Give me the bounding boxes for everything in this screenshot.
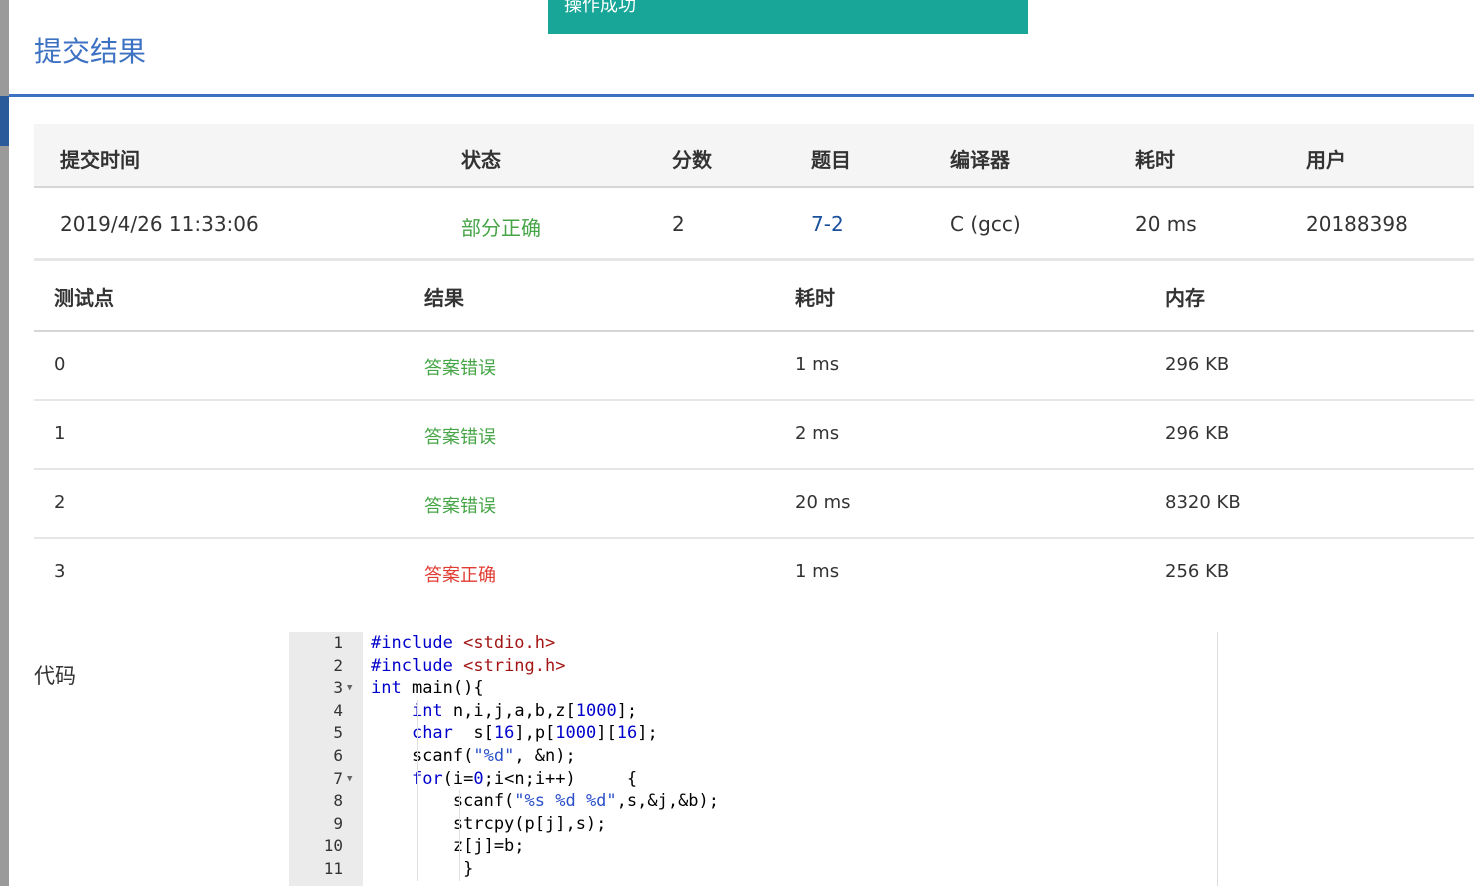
score-value: 2 xyxy=(672,212,685,236)
case-memory: 8320 KB xyxy=(1165,492,1241,513)
code-line: 1 #include <stdio.h> xyxy=(289,632,1217,655)
code-text: #include <stdio.h> xyxy=(371,633,556,653)
case-time: 1 ms xyxy=(795,354,840,375)
fold-toggle-icon[interactable]: ▼ xyxy=(347,768,352,791)
table-row: 0 答案错误 1 ms 296 KB xyxy=(34,332,1474,401)
user-value: 20188398 xyxy=(1306,212,1408,236)
code-text: #include <string.h> xyxy=(371,655,566,676)
code-text: scanf("%s %d %d",s,&j,&b); xyxy=(371,791,720,812)
case-id: 3 xyxy=(54,561,66,582)
code-text: } xyxy=(371,859,474,879)
line-number: 11 xyxy=(323,859,343,878)
code-line: 6 scanf("%d", &n); xyxy=(289,745,1217,768)
header-time: 耗时 xyxy=(795,286,835,310)
submission-result-modal: 提交结果 提交时间 状态 分数 题目 编译器 耗时 用户 2019/4/26 1… xyxy=(9,0,1474,886)
code-line: 10 z[j]=b; xyxy=(289,835,1217,858)
indent-guide xyxy=(459,790,460,881)
header-test-point: 测试点 xyxy=(54,286,114,310)
line-number: 2 xyxy=(333,655,343,675)
submit-time: 2019/4/26 11:33:06 xyxy=(60,212,259,236)
code-line: 9 strcpy(p[j],s); xyxy=(289,813,1217,836)
code-line: 3 ▼ int main(){ xyxy=(289,677,1217,700)
table-row: 3 答案正确 1 ms 256 KB xyxy=(34,539,1474,606)
line-number: 5 xyxy=(333,723,343,743)
case-time: 2 ms xyxy=(795,423,840,444)
code-text: strcpy(p[j],s); xyxy=(371,813,607,834)
code-text: scanf("%d", &n); xyxy=(371,746,576,766)
problem-link[interactable]: 7-2 xyxy=(811,212,844,236)
line-number: 10 xyxy=(323,836,343,856)
code-line: 7 ▼ for(i=0;i<n;i++) { xyxy=(289,768,1217,791)
case-result: 答案错误 xyxy=(424,496,496,517)
code-line: 2 #include <string.h> xyxy=(289,655,1217,678)
case-id: 1 xyxy=(54,423,66,444)
code-label: 代码 xyxy=(34,664,76,688)
case-id: 0 xyxy=(54,354,66,375)
code-text: for(i=0;i<n;i++) { xyxy=(411,768,638,789)
header-status: 状态 xyxy=(461,148,501,172)
case-result: 答案错误 xyxy=(424,358,496,379)
line-number: 1 xyxy=(333,633,343,652)
line-number: 3 xyxy=(333,678,343,698)
case-memory: 296 KB xyxy=(1165,423,1230,444)
code-line: 4 int n,i,j,a,b,z[1000]; xyxy=(289,700,1217,723)
case-result: 答案错误 xyxy=(424,427,496,448)
header-memory: 内存 xyxy=(1165,286,1205,310)
line-number: 8 xyxy=(333,791,343,811)
code-line: 11 } xyxy=(289,858,1217,881)
toast-notification: 操作成功 xyxy=(548,0,1028,34)
summary-table: 提交时间 状态 分数 题目 编译器 耗时 用户 2019/4/26 11:33:… xyxy=(34,124,1474,261)
case-header-row: 测试点 结果 耗时 内存 xyxy=(34,262,1474,332)
code-line: 8 scanf("%s %d %d",s,&j,&b); xyxy=(289,790,1217,813)
line-number: 9 xyxy=(333,813,343,833)
header-compiler: 编译器 xyxy=(950,148,1010,172)
code-editor[interactable]: 1 #include <stdio.h> 2 #include <string.h> 3… xyxy=(289,632,1218,886)
test-case-table: 测试点 结果 耗时 内存 0 答案错误 1 ms 296 KB 1 答案错误 2… xyxy=(34,262,1474,606)
elapsed-value: 20 ms xyxy=(1135,212,1197,236)
case-memory: 256 KB xyxy=(1165,561,1230,582)
case-memory: 296 KB xyxy=(1165,354,1230,375)
case-result: 答案正确 xyxy=(424,565,496,586)
header-score: 分数 xyxy=(672,148,712,172)
line-number: 4 xyxy=(333,700,343,720)
indent-guide xyxy=(417,699,418,881)
code-text: z[j]=b; xyxy=(371,836,525,857)
summary-header-row: 提交时间 状态 分数 题目 编译器 耗时 用户 xyxy=(34,124,1474,188)
status-badge: 部分正确 xyxy=(461,216,541,240)
summary-row: 2019/4/26 11:33:06 部分正确 2 7-2 C (gcc) 20… xyxy=(34,188,1474,261)
header-elapsed: 耗时 xyxy=(1135,148,1175,172)
case-time: 20 ms xyxy=(795,492,851,513)
code-text: char s[16],p[1000][16]; xyxy=(411,723,658,744)
toast-message: 操作成功 xyxy=(564,0,636,16)
table-row: 2 答案错误 20 ms 8320 KB xyxy=(34,470,1474,539)
background-nav-bar xyxy=(0,96,9,146)
compiler-value: C (gcc) xyxy=(950,212,1021,236)
code-text: int main(){ xyxy=(371,678,484,699)
header-user: 用户 xyxy=(1306,148,1346,172)
code-text: int n,i,j,a,b,z[1000]; xyxy=(411,700,638,721)
header-problem: 题目 xyxy=(811,148,851,172)
fold-toggle-icon[interactable]: ▼ xyxy=(347,677,352,700)
case-id: 2 xyxy=(54,492,66,513)
table-row: 1 答案错误 2 ms 296 KB xyxy=(34,401,1474,470)
case-time: 1 ms xyxy=(795,561,840,582)
code-line: 5 char s[16],p[1000][16]; xyxy=(289,722,1217,745)
modal-title: 提交结果 xyxy=(34,35,147,68)
header-submit-time: 提交时间 xyxy=(60,148,140,172)
line-number: 7 xyxy=(333,768,343,788)
line-number: 6 xyxy=(333,746,343,765)
header-result: 结果 xyxy=(424,286,464,310)
